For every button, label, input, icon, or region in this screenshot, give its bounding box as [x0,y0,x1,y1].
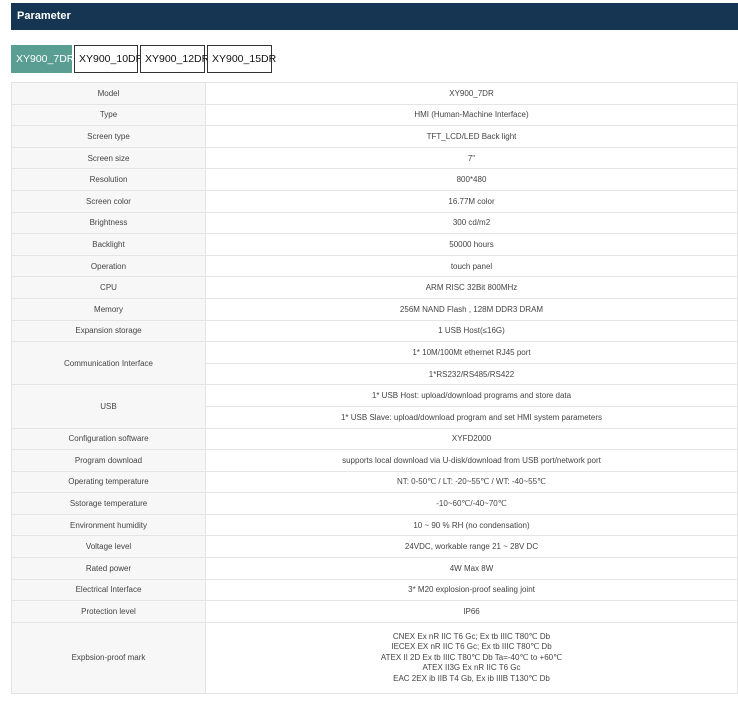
section-title: Parameter [17,10,71,22]
row-value: 16.77M color [205,189,738,213]
row-label: Electrical Interface [11,578,206,602]
table-row: Screen type TFT_LCD/LED Back light [11,125,738,148]
table-row: Screen size 7" [11,146,738,170]
row-value: 4W Max 8W [205,557,738,580]
table-row: Environment humidity 10 ~ 90 % RH (no co… [11,513,738,537]
row-label: Operating temperature [11,470,206,494]
row-value: 7" [205,146,738,170]
row-label: Communication Interface [11,341,206,386]
table-row: Rated power 4W Max 8W [11,557,738,580]
row-value: 800*480 [205,168,738,191]
table-row: Backlight 50000 hours [11,233,738,256]
row-value: 24VDC, workable range 21 ~ 28V DC [205,535,738,559]
row-label: Voltage level [11,535,206,559]
row-value: 256M NAND Flash , 128M DDR3 DRAM [205,297,738,321]
row-label: Backlight [11,233,206,256]
table-row: Expbsion-proof mark CNEX Ex nR IIC T6 Gc… [11,621,738,694]
row-label: Operation [11,254,206,278]
tab-xy900-12dr[interactable]: XY900_12DR [140,45,209,73]
table-row: Sstorage temperature -10~60℃/-40~70℃ [11,492,738,515]
row-value: 1*RS232/RS485/RS422 [205,362,738,386]
mark-line: IECEX EX nR IIC T6 Gc; Ex tb IIIC T80℃ D… [391,642,552,652]
row-label: Environment humidity [11,513,206,537]
row-label: Configuration software [11,427,206,451]
section-header: Parameter [11,3,738,30]
row-label: Protection level [11,600,206,623]
row-label: Screen type [11,125,206,148]
row-value: 1* 10M/100Mt ethernet RJ45 port [205,341,738,364]
row-value: IP66 [205,600,738,623]
row-value: XYFD2000 [205,427,738,451]
table-row: Model XY900_7DR [11,82,738,105]
row-label: Brightness [11,211,206,235]
table-row: Operating temperature NT: 0-50℃ / LT: -2… [11,470,738,494]
explosion-mark-values: CNEX Ex nR IIC T6 Gc; Ex tb IIIC T80℃ Db… [205,621,738,694]
row-value: touch panel [205,254,738,278]
row-value: NT: 0-50℃ / LT: -20~55℃ / WT: -40~55℃ [205,470,738,494]
row-label: CPU [11,276,206,299]
table-row: Electrical Interface 3* M20 explosion-pr… [11,578,738,602]
parameter-table: Model XY900_7DR Type HMI (Human-Machine … [11,82,738,694]
row-label: Screen size [11,146,206,170]
row-value: XY900_7DR [205,82,738,105]
table-row: Communication Interface 1* 10M/100Mt eth… [11,341,738,386]
table-row: Program download supports local download… [11,449,738,472]
row-value: TFT_LCD/LED Back light [205,125,738,148]
row-value: 1* USB Host: upload/download programs an… [205,384,738,407]
table-row: USB 1* USB Host: upload/download program… [11,384,738,429]
table-row: Protection level IP66 [11,600,738,623]
table-row: Operation touch panel [11,254,738,278]
row-label: Resolution [11,168,206,191]
table-row: Expansion storage 1 USB Host(≤16G) [11,319,738,343]
row-value: ARM RISC 32Bit 800MHz [205,276,738,299]
mark-line: ATEX II3G Ex nR IIC T6 Gc [422,663,521,673]
row-value: 3* M20 explosion-proof sealing joint [205,578,738,602]
row-value: HMI (Human-Machine Interface) [205,103,738,127]
mark-line: ATEX II 2D Ex tb IIIC T80℃ Db Ta=-40℃ to… [380,652,563,662]
table-row: Resolution 800*480 [11,168,738,191]
tab-xy900-15dr[interactable]: XY900_15DR [207,45,276,73]
row-label: Type [11,103,206,127]
model-tabs: XY900_7DR XY900_10DR XY900_12DR XY900_15… [11,45,276,73]
row-label: Sstorage temperature [11,492,206,515]
mark-line: EAC 2EX ib IIB T4 Gb, Ex ib IIIB T130℃ D… [393,673,550,683]
row-label: Expansion storage [11,319,206,343]
row-value: 10 ~ 90 % RH (no condensation) [205,513,738,537]
table-row: Memory 256M NAND Flash , 128M DDR3 DRAM [11,297,738,321]
table-row: Configuration software XYFD2000 [11,427,738,451]
row-label: USB [11,384,206,429]
row-label: Program download [11,449,206,472]
row-value: 1 USB Host(≤16G) [205,319,738,343]
row-label: Model [11,82,206,105]
table-row: Brightness 300 cd/m2 [11,211,738,235]
mark-line: CNEX Ex nR IIC T6 Gc; Ex tb IIIC T80℃ Db [392,631,551,641]
row-value: supports local download via U-disk/downl… [205,449,738,472]
row-label: Screen color [11,189,206,213]
row-label: Rated power [11,557,206,580]
row-value: 300 cd/m2 [205,211,738,235]
tab-xy900-10dr[interactable]: XY900_10DR [74,45,143,73]
table-row: Type HMI (Human-Machine Interface) [11,103,738,127]
table-row: CPU ARM RISC 32Bit 800MHz [11,276,738,299]
table-row: Screen color 16.77M color [11,189,738,213]
row-label: Expbsion-proof mark [11,621,206,694]
row-value: 1* USB Slave: upload/download program an… [205,405,738,429]
table-row: Voltage level 24VDC, workable range 21 ~… [11,535,738,559]
row-value: -10~60℃/-40~70℃ [205,492,738,515]
row-label: Memory [11,297,206,321]
row-value: 50000 hours [205,233,738,256]
tab-xy900-7dr[interactable]: XY900_7DR [11,45,74,73]
